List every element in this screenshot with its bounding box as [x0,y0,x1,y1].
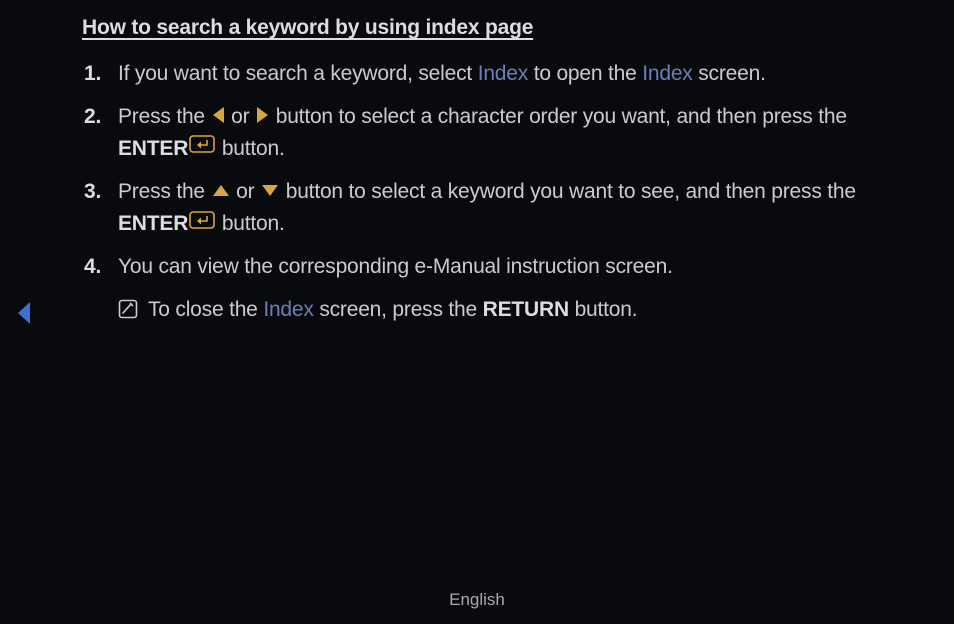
step-2-text-a: Press the [118,105,211,128]
note-a: To close the [148,298,263,321]
enter-icon [189,131,215,164]
up-arrow-icon [213,185,229,196]
steps-list: If you want to search a keyword, select … [82,58,912,284]
note-icon [118,299,138,319]
note-text: To close the Index screen, press the RET… [148,294,637,326]
step-2-text-e: button. [216,137,284,160]
step-4: You can view the corresponding e-Manual … [82,251,912,284]
footer-language: English [0,590,954,610]
step-3-text-a: Press the [118,180,211,203]
step-3-text-c: button to select a keyword you want to s… [280,180,856,203]
right-arrow-icon [257,107,268,123]
step-4-text: You can view the corresponding e-Manual … [118,255,673,278]
step-2: Press the or button to select a characte… [82,101,912,166]
nav-prev-button[interactable] [14,300,34,331]
down-arrow-icon [262,185,278,196]
step-1-text-c: to open the [528,62,642,85]
note-c: screen, press the [314,298,483,321]
step-2-text-b: or [226,105,256,128]
note-row: To close the Index screen, press the RET… [82,294,912,326]
step-3: Press the or button to select a keyword … [82,176,912,241]
step-3-text-b: or [231,180,261,203]
return-label: RETURN [483,298,569,321]
step-1-text-a: If you want to search a keyword, select [118,62,478,85]
left-arrow-icon [213,107,224,123]
enter-label-2: ENTER [118,212,188,235]
note-e: button. [569,298,637,321]
enter-icon [189,207,215,240]
step-1-text-e: screen. [693,62,766,85]
index-link-1: Index [478,62,528,85]
step-3-text-e: button. [216,212,284,235]
step-1: If you want to search a keyword, select … [82,58,912,91]
index-link-2: Index [642,62,692,85]
page-title: How to search a keyword by using index p… [82,16,912,40]
page-content: How to search a keyword by using index p… [82,16,912,325]
enter-label-1: ENTER [118,137,188,160]
index-link-3: Index [263,298,313,321]
step-2-text-c: button to select a character order you w… [270,105,847,128]
